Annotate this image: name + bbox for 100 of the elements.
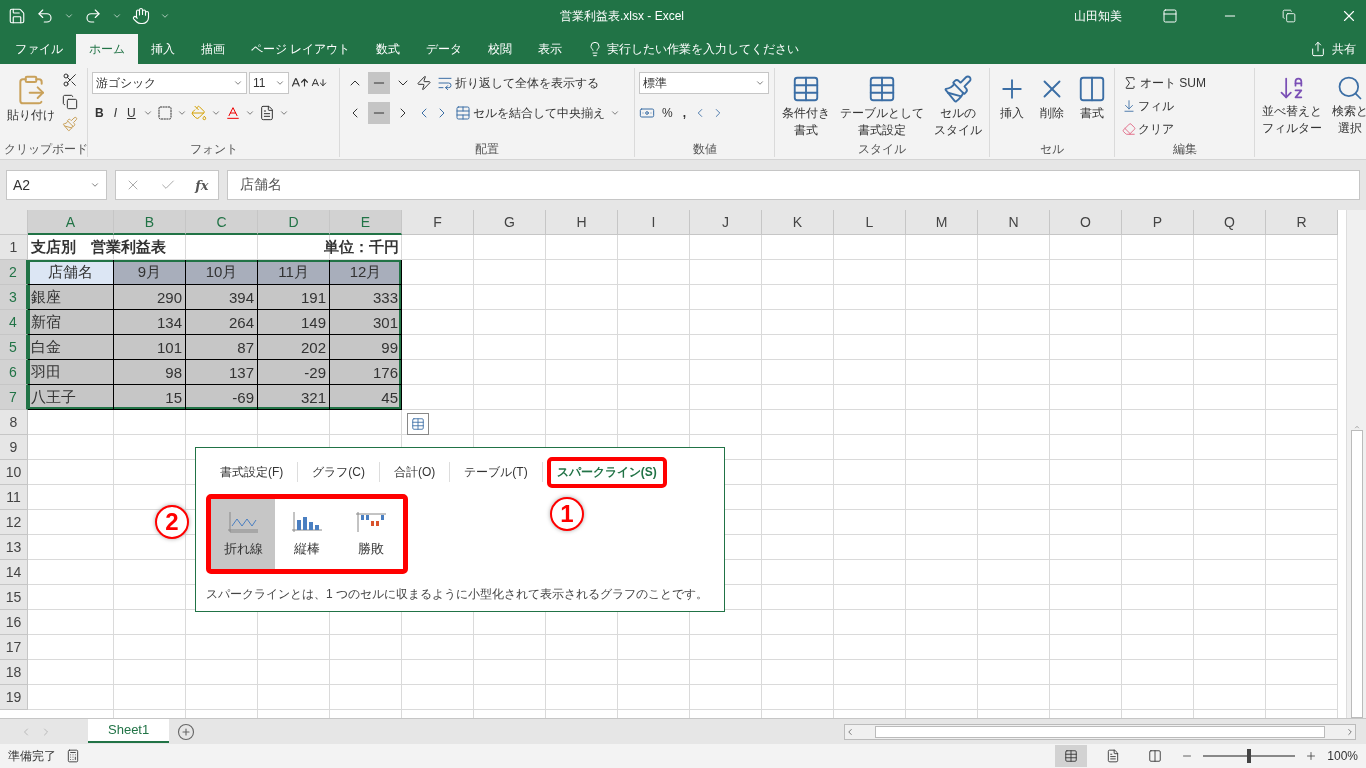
dropdown-icon[interactable] [142, 108, 153, 118]
popup-tab[interactable]: テーブル(T) [454, 456, 538, 488]
dropdown-icon[interactable] [233, 78, 243, 88]
column-header[interactable]: P [1122, 210, 1194, 235]
dropdown-icon[interactable] [90, 180, 100, 190]
restore-icon[interactable] [1282, 9, 1296, 23]
ribbon-tab[interactable]: 表示 [525, 34, 576, 64]
sigma-icon[interactable] [1122, 75, 1138, 91]
sheet-tab[interactable]: Sheet1 [88, 718, 170, 743]
column-header[interactable]: L [834, 210, 906, 235]
dropdown-icon[interactable] [610, 108, 620, 118]
number-format-field[interactable]: 標準 [639, 72, 769, 94]
row-header[interactable]: 8 [0, 410, 28, 435]
save-icon[interactable] [8, 7, 26, 25]
conditional-format-icon[interactable] [791, 74, 821, 104]
underline-button[interactable]: U [124, 102, 139, 124]
add-sheet-icon[interactable] [177, 722, 196, 741]
row-header[interactable]: 2 [0, 260, 28, 285]
column-header[interactable]: H [546, 210, 618, 235]
style-button[interactable]: 条件付き 書式 [779, 72, 833, 141]
dropdown-icon[interactable] [755, 78, 765, 88]
ribbon-tab[interactable]: ホーム [76, 34, 138, 64]
sparkline-option[interactable]: 折れ線 [211, 499, 275, 569]
copy-icon[interactable] [62, 94, 78, 110]
ribbon-tab[interactable]: 描画 [188, 34, 238, 64]
normal-view-button[interactable] [1055, 745, 1088, 767]
name-box[interactable]: A2 [6, 170, 107, 200]
tell-me-field[interactable]: 実行したい作業を入力してください [607, 40, 800, 58]
scrollbar-thumb[interactable] [1350, 430, 1363, 718]
format-painter-icon[interactable] [62, 116, 78, 132]
ribbon-display-icon[interactable] [1162, 8, 1178, 24]
row-header[interactable]: 13 [0, 535, 28, 560]
merge-center-button[interactable]: セルを結合して中央揃え [452, 102, 608, 124]
find-select-button[interactable]: 検索と 選択 [1329, 72, 1366, 157]
row-header[interactable]: 10 [0, 460, 28, 485]
row-header[interactable]: 16 [0, 610, 28, 635]
columns-icon[interactable] [1148, 749, 1163, 763]
column-header[interactable]: J [690, 210, 762, 235]
ribbon-tab[interactable]: 挿入 [138, 34, 188, 64]
popup-tab[interactable]: グラフ(C) [302, 456, 375, 488]
font-name-field[interactable]: 游ゴシック [92, 72, 247, 94]
cells-button[interactable]: 削除 [1034, 72, 1070, 141]
dropdown-icon[interactable] [278, 108, 289, 118]
touch-mode-icon[interactable] [132, 7, 150, 25]
ribbon-tab[interactable]: ページ レイアウト [238, 34, 364, 64]
customize-toolbar-icon[interactable] [160, 11, 170, 21]
column-header[interactable]: F [402, 210, 474, 235]
row-header[interactable]: 11 [0, 485, 28, 510]
italic-button[interactable]: I [110, 102, 120, 124]
column-header[interactable]: I [618, 210, 690, 235]
row-header[interactable]: 9 [0, 435, 28, 460]
bold-button[interactable]: B [92, 102, 107, 124]
row-header[interactable]: 7 [0, 385, 28, 410]
wrap-text-button[interactable]: 折り返して全体を表示する [434, 72, 602, 94]
horizontal-scrollbar[interactable] [844, 723, 1356, 740]
row-header[interactable]: 6 [0, 360, 28, 385]
share-button[interactable]: 共有 [1310, 34, 1366, 64]
column-header[interactable]: B [114, 210, 186, 235]
popup-tab[interactable]: 合計(O) [384, 456, 446, 488]
border-icon[interactable] [156, 105, 173, 121]
column-header[interactable]: R [1266, 210, 1338, 235]
page-icon[interactable] [1106, 749, 1121, 763]
style-button[interactable]: セルの スタイル [931, 72, 985, 141]
clear-button[interactable]: クリア [1119, 118, 1209, 140]
column-header[interactable]: D [258, 210, 330, 235]
row-header[interactable]: 15 [0, 585, 28, 610]
table-icon[interactable] [867, 74, 897, 104]
cells-button[interactable]: 挿入 [994, 72, 1030, 141]
font-color-icon[interactable] [224, 105, 241, 121]
ribbon-tab[interactable]: データ [413, 34, 476, 64]
fill-down-icon[interactable] [1122, 99, 1136, 113]
redo-icon[interactable] [84, 7, 102, 25]
ribbon-tab[interactable]: 数式 [363, 34, 414, 64]
format-cells-icon[interactable] [1077, 74, 1107, 104]
dropdown-icon[interactable] [176, 108, 187, 118]
column-header[interactable]: Q [1194, 210, 1266, 235]
grid-icon[interactable] [1064, 749, 1079, 763]
column-header[interactable]: N [978, 210, 1050, 235]
row-header[interactable]: 1 [0, 235, 28, 260]
row-header[interactable]: 5 [0, 335, 28, 360]
font-size-field[interactable]: 11 [249, 72, 289, 94]
dropdown-icon[interactable] [275, 78, 285, 88]
row-header[interactable]: 14 [0, 560, 28, 585]
sort-filter-button[interactable]: 並べ替えと フィルター [1259, 72, 1325, 157]
wrap-text-icon[interactable] [437, 75, 453, 91]
style-button[interactable]: テーブルとして 書式設定 [837, 72, 927, 141]
percent-button[interactable]: % [659, 102, 676, 124]
column-header[interactable]: O [1050, 210, 1122, 235]
dropdown-icon[interactable] [210, 108, 221, 118]
ribbon-tab[interactable]: 校閲 [475, 34, 526, 64]
currency-icon[interactable] [639, 105, 655, 121]
zoom-slider-thumb[interactable] [1247, 749, 1252, 763]
share-icon[interactable] [1310, 41, 1326, 57]
dropdown-icon[interactable] [64, 11, 74, 21]
search-icon[interactable] [1336, 74, 1364, 102]
column-header[interactable]: A [28, 210, 114, 235]
popup-tab[interactable]: 書式設定(F) [210, 456, 294, 488]
column-header[interactable]: C [186, 210, 258, 235]
scroll-right-icon[interactable] [1345, 726, 1355, 737]
column-header[interactable]: M [906, 210, 978, 235]
